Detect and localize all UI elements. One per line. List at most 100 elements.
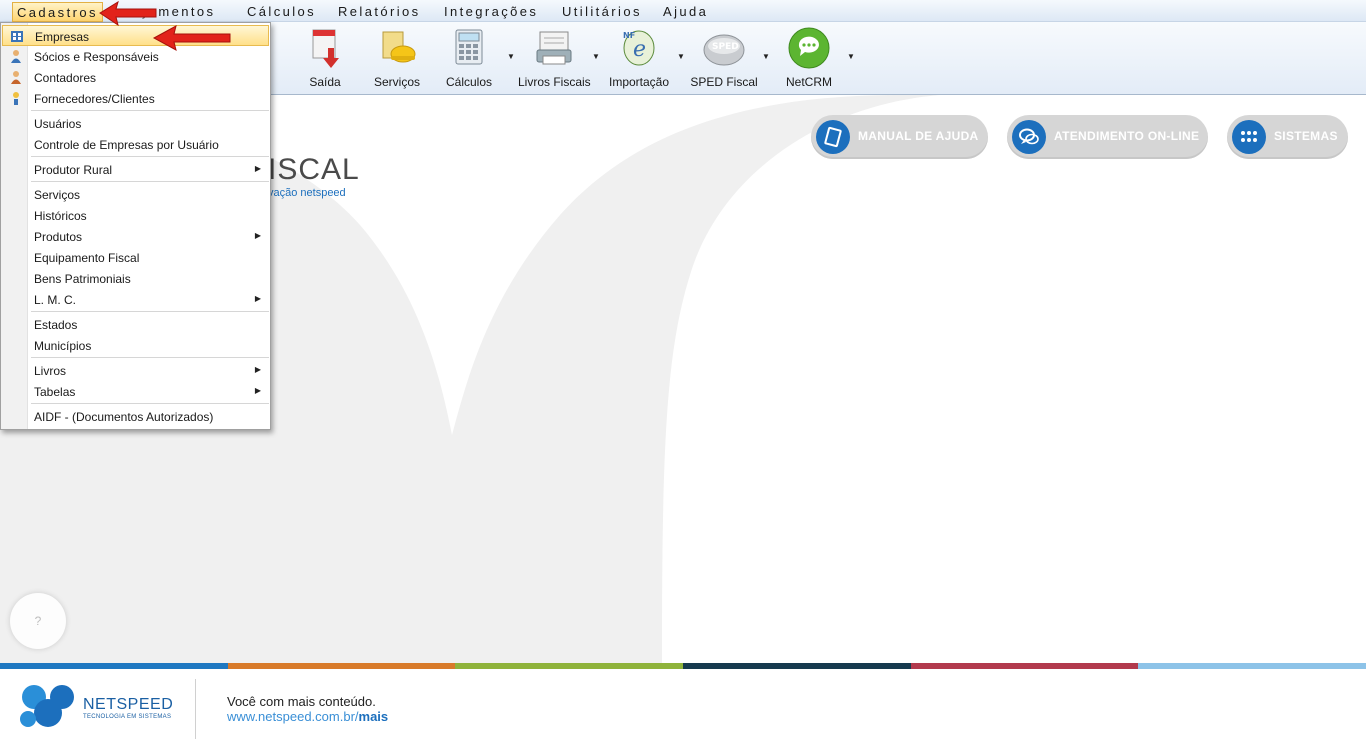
sped-fiscal-icon: SPED (703, 34, 745, 66)
submenu-arrow-icon: ▶ (254, 386, 261, 395)
logo-text: ISCAL (268, 153, 360, 186)
menu-cadastros-label: Cadastros (17, 5, 98, 20)
toolbar-livros-fiscais-button[interactable]: Livros Fiscais (518, 22, 591, 95)
chevron-down-icon: ▼ (762, 52, 770, 61)
menu-item-lmc[interactable]: L. M. C. ▶ (2, 289, 269, 310)
footer-url-bold: mais (358, 709, 389, 724)
menu-item-label: Contadores (34, 71, 97, 85)
cadastros-dropdown-menu: Empresas Sócios e Responsáveis Contadore… (0, 22, 271, 430)
menu-item-usuarios[interactable]: Usuários (2, 113, 269, 134)
menu-item-label: Controle de Empresas por Usuário (34, 138, 219, 152)
footer-brand: NETSPEED (83, 696, 174, 713)
menu-item-fornecedores[interactable]: Fornecedores/Clientes (2, 88, 269, 109)
menu-item-label: Tabelas (34, 385, 76, 399)
menu-item-livros[interactable]: Livros ▶ (2, 360, 269, 381)
toolbar-calculos-label: Cálculos (445, 75, 493, 89)
menu-item-tabelas[interactable]: Tabelas ▶ (2, 381, 269, 402)
menu-item-equipamento-fiscal[interactable]: Equipamento Fiscal (2, 247, 269, 268)
menu-item-label: Empresas (35, 30, 90, 44)
toolbar-servicos-button[interactable]: Serviços (366, 22, 428, 95)
toolbar-calculos-dropdown[interactable]: ▼ (504, 22, 518, 95)
menu-item-label: Municípios (34, 339, 92, 353)
menu-item-bens-patrimoniais[interactable]: Bens Patrimoniais (2, 268, 269, 289)
menu-item-produtor-rural[interactable]: Produtor Rural ▶ (2, 159, 269, 180)
menu-ajuda[interactable]: Ajuda (663, 4, 708, 19)
menu-separator (31, 156, 269, 157)
menu-item-servicos[interactable]: Serviços (2, 184, 269, 205)
footer-link[interactable]: www.netspeed.com.br/mais (227, 709, 388, 724)
submenu-arrow-icon: ▶ (254, 164, 261, 173)
atendimento-online-button[interactable]: ATENDIMENTO ON-LINE (1007, 115, 1208, 159)
menu-item-label: AIDF - (Documentos Autorizados) (34, 410, 214, 424)
chevron-down-icon: ▼ (507, 52, 515, 61)
submenu-arrow-icon: ▶ (254, 231, 261, 240)
submenu-arrow-icon: ▶ (254, 294, 261, 303)
chevron-down-icon: ▼ (847, 52, 855, 61)
book-icon (816, 120, 850, 154)
menu-item-label: Sócios e Responsáveis (34, 50, 159, 64)
menu-calculos-label: Cálculos (247, 4, 317, 19)
sistemas-label: SISTEMAS (1274, 129, 1338, 143)
menu-relatorios-label: Relatórios (338, 4, 421, 19)
menu-ajuda-label: Ajuda (663, 4, 709, 19)
red-arrow-annotation-icon (152, 25, 231, 51)
menu-item-estados[interactable]: Estados (2, 314, 269, 335)
toolbar-importacao-dropdown[interactable]: ▼ (674, 22, 688, 95)
menu-item-aidf[interactable]: AIDF - (Documentos Autorizados) (2, 406, 269, 427)
sistemas-button[interactable]: SISTEMAS (1227, 115, 1348, 159)
menu-item-label: Produtos (34, 230, 83, 244)
svg-text:NF: NF (623, 31, 635, 40)
menu-item-label: Históricos (34, 209, 87, 223)
netspeed-logo-icon (20, 685, 74, 727)
toolbar-netcrm-dropdown[interactable]: ▼ (844, 22, 858, 95)
toolbar-calculos-button[interactable]: Cálculos (440, 22, 498, 95)
manual-de-ajuda-button[interactable]: MANUAL DE AJUDA (811, 115, 988, 159)
toolbar-sped-fiscal-dropdown[interactable]: ▼ (759, 22, 773, 95)
menu-utilitarios[interactable]: Utilitários (562, 4, 642, 19)
menubar: Cadastros Lançamentos Cálculos Relatório… (0, 0, 1366, 22)
toolbar-livros-fiscais-label: Livros Fiscais (518, 75, 591, 89)
logo-subtext: vação netspeed (268, 187, 346, 199)
atendimento-online-label: ATENDIMENTO ON-LINE (1054, 129, 1200, 143)
menu-relatorios[interactable]: Relatórios (338, 4, 421, 19)
menu-separator (31, 357, 269, 358)
toolbar-saida-button[interactable]: Saída (296, 22, 354, 95)
socios-icon (11, 50, 21, 63)
chevron-down-icon: ▼ (677, 52, 685, 61)
chevron-down-icon: ▼ (592, 52, 600, 61)
app-window: Cadastros Lançamentos Cálculos Relatório… (0, 0, 1366, 745)
livros-fiscais-icon (536, 31, 572, 65)
red-arrow-annotation-icon (99, 0, 157, 27)
menu-item-municipios[interactable]: Municípios (2, 335, 269, 356)
menu-item-controle-empresas[interactable]: Controle de Empresas por Usuário (2, 134, 269, 155)
menu-item-label: L. M. C. (34, 293, 77, 307)
servicos-icon (382, 31, 416, 63)
chat-icon (1012, 120, 1046, 154)
calculos-icon (455, 29, 483, 65)
toolbar-sped-fiscal-button[interactable]: SPED SPED Fiscal (688, 22, 760, 95)
menu-integracoes[interactable]: Integrações (444, 4, 538, 19)
menu-cadastros[interactable]: Cadastros (12, 2, 103, 22)
menu-item-historicos[interactable]: Históricos (2, 205, 269, 226)
toolbar-servicos-label: Serviços (373, 75, 420, 89)
footer-tagline: TECNOLOGIA EM SISTEMAS (83, 714, 172, 720)
toolbar-livros-fiscais-dropdown[interactable]: ▼ (589, 22, 603, 95)
saida-icon (312, 29, 339, 68)
toolbar-importacao-button[interactable]: e NF Importação (606, 22, 672, 95)
footer: NETSPEED TECNOLOGIA EM SISTEMAS Você com… (0, 669, 1366, 745)
toolbar-saida-label: Saída (309, 75, 341, 89)
help-bubble-button[interactable]: ? (10, 593, 66, 649)
netcrm-icon (788, 27, 830, 69)
manual-de-ajuda-label: MANUAL DE AJUDA (858, 129, 979, 143)
toolbar-sped-fiscal-label: SPED Fiscal (690, 75, 758, 89)
menu-calculos[interactable]: Cálculos (247, 4, 316, 19)
menu-separator (31, 110, 269, 111)
menu-item-contadores[interactable]: Contadores (2, 67, 269, 88)
footer-divider (195, 679, 196, 739)
menu-item-produtos[interactable]: Produtos ▶ (2, 226, 269, 247)
menu-item-label: Serviços (34, 188, 81, 202)
menu-item-label: Equipamento Fiscal (34, 251, 140, 265)
grid-icon (1232, 120, 1266, 154)
menu-item-label: Fornecedores/Clientes (34, 92, 155, 106)
toolbar-netcrm-button[interactable]: NetCRM (778, 22, 840, 95)
